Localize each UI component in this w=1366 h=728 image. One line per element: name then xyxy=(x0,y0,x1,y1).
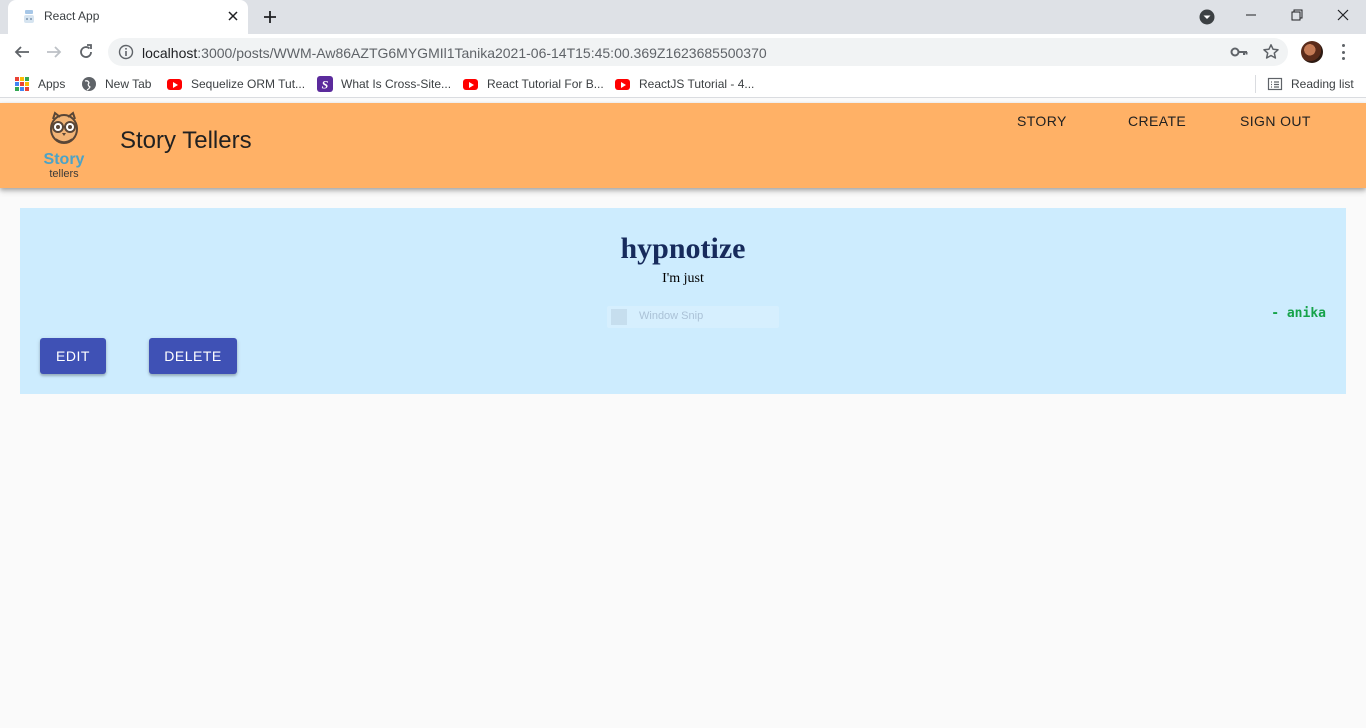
bookmarks-divider xyxy=(1255,75,1256,93)
site-s-icon: S xyxy=(317,76,333,92)
svg-text:Story: Story xyxy=(44,151,85,168)
window-snip-overlay: Window Snip xyxy=(607,306,779,328)
tab-close-icon[interactable] xyxy=(224,7,242,25)
story-body: I'm just xyxy=(662,271,704,286)
new-tab-icon[interactable] xyxy=(260,7,280,27)
nav-create-link[interactable]: CREATE xyxy=(1128,113,1186,129)
url-host: localhost xyxy=(142,45,198,61)
url-text[interactable]: localhost:3000/posts/WWM-Aw86AZTG6MYGMIl… xyxy=(142,45,767,61)
svg-text:S: S xyxy=(322,78,329,92)
youtube-icon xyxy=(167,76,183,92)
reading-list-icon xyxy=(1267,77,1283,91)
nav-sign-out-link[interactable]: SIGN OUT xyxy=(1240,113,1311,129)
url-path: :3000/posts/WWM-Aw86AZTG6MYGMIl1Tanika20… xyxy=(197,45,767,61)
react-app-favicon-icon xyxy=(24,10,34,23)
bookmark-label: What Is Cross-Site... xyxy=(341,77,452,91)
svg-text:tellers: tellers xyxy=(49,168,79,180)
youtube-icon xyxy=(463,76,479,92)
apps-grid-icon xyxy=(14,76,30,92)
bookmark-reactjs-tutorial[interactable]: ReactJS Tutorial - 4... xyxy=(615,76,754,92)
key-icon[interactable] xyxy=(1230,44,1248,60)
site-info-icon[interactable] xyxy=(118,44,134,60)
bookmark-label: Apps xyxy=(38,77,66,91)
story-title: hypnotize xyxy=(620,232,746,265)
bookmark-label: Sequelize ORM Tut... xyxy=(191,77,306,91)
tab-title: React App xyxy=(44,9,100,23)
bookmark-sequelize[interactable]: Sequelize ORM Tut... xyxy=(167,76,305,92)
profile-avatar[interactable] xyxy=(1301,41,1323,63)
browser-menu-icon[interactable] xyxy=(1336,42,1350,62)
close-window-icon[interactable] xyxy=(1320,0,1366,30)
bookmark-new-tab[interactable]: New Tab xyxy=(81,76,151,92)
bookmark-label: ReactJS Tutorial - 4... xyxy=(639,77,755,91)
reading-list-label: Reading list xyxy=(1291,77,1354,91)
back-icon[interactable] xyxy=(11,41,33,63)
bookmark-cross-site[interactable]: S What Is Cross-Site... xyxy=(317,76,451,92)
reload-icon[interactable] xyxy=(75,41,97,63)
forward-icon[interactable] xyxy=(43,41,65,63)
story-author: - anika xyxy=(1271,306,1326,321)
story-card: hypnotize I'm just Window Snip - anika E… xyxy=(20,208,1346,394)
bookmarks-bar: Apps New Tab Sequelize ORM Tut... S What… xyxy=(0,70,1366,98)
bookmark-react-tutorial[interactable]: React Tutorial For B... xyxy=(463,76,604,92)
delete-button[interactable]: DELETE xyxy=(149,338,237,374)
reading-list-button[interactable]: Reading list xyxy=(1267,76,1354,92)
restore-icon[interactable] xyxy=(1274,0,1320,30)
youtube-icon xyxy=(615,76,631,92)
bookmark-star-icon[interactable] xyxy=(1262,43,1280,61)
browser-tab[interactable]: React App xyxy=(8,0,248,34)
address-bar[interactable]: localhost:3000/posts/WWM-Aw86AZTG6MYGMIl… xyxy=(108,38,1288,66)
snip-icon xyxy=(611,309,627,325)
nav-story-link[interactable]: STORY xyxy=(1017,113,1067,129)
bookmark-label: React Tutorial For B... xyxy=(487,77,604,91)
globe-icon xyxy=(82,77,96,91)
story-tellers-logo[interactable]: Story tellers xyxy=(36,109,92,181)
minimize-icon[interactable] xyxy=(1228,0,1274,30)
app-header: Story tellers Story Tellers STORY CREATE… xyxy=(0,103,1366,188)
window-snip-label: Window Snip xyxy=(639,310,704,322)
bookmark-label: New Tab xyxy=(105,77,152,91)
tab-search-icon[interactable] xyxy=(1198,8,1216,26)
bookmark-apps[interactable]: Apps xyxy=(14,76,65,92)
browser-tabstrip: React App xyxy=(0,0,1366,34)
app-title: Story Tellers xyxy=(120,127,252,154)
edit-button[interactable]: EDIT xyxy=(40,338,106,374)
browser-toolbar: localhost:3000/posts/WWM-Aw86AZTG6MYGMIl… xyxy=(0,34,1366,70)
